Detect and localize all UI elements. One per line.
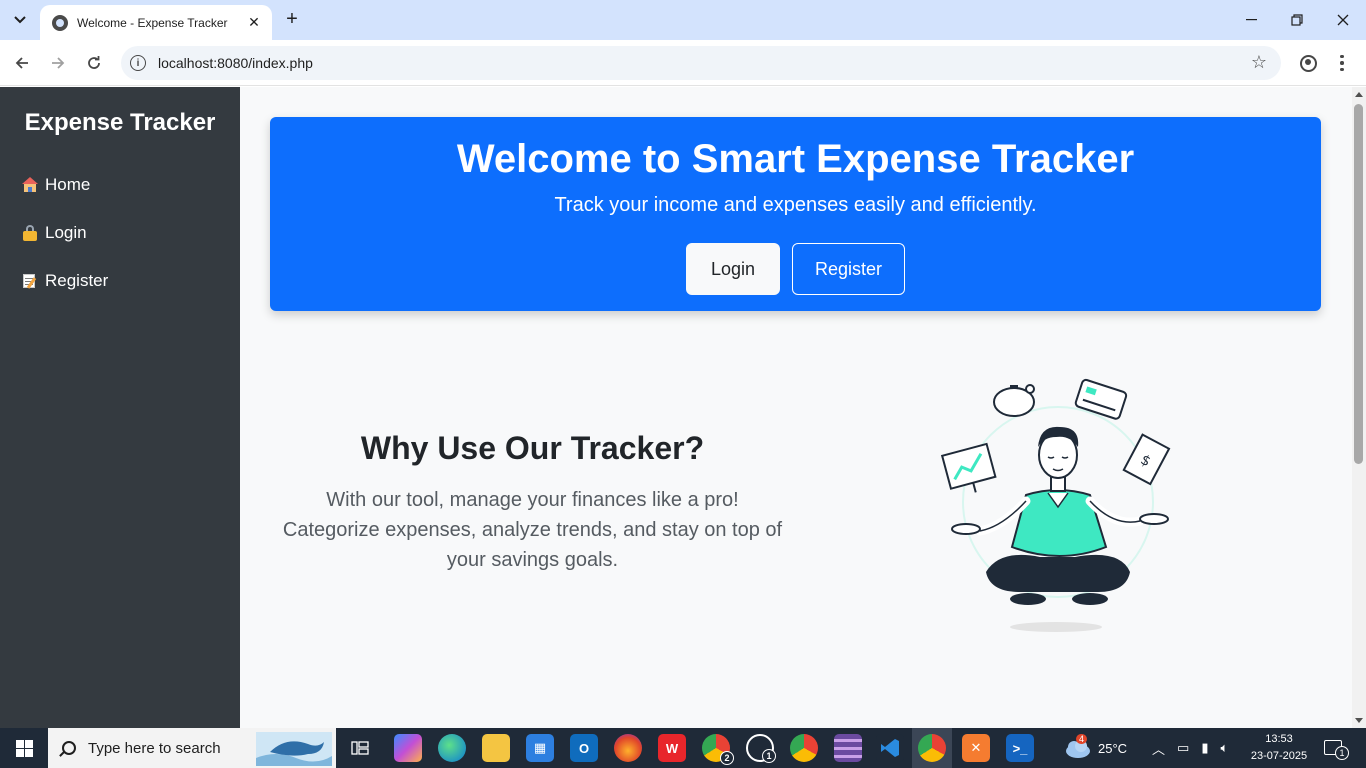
sidebar-item-label: Register — [45, 271, 109, 290]
why-section-title: Why Use Our Tracker? — [360, 430, 705, 466]
hero-register-button[interactable]: Register — [792, 243, 905, 295]
sidebar: Expense Tracker Home Login Register — [0, 87, 240, 728]
search-placeholder: Type here to search — [88, 739, 221, 757]
main-content: Welcome to Smart Expense Tracker Track y… — [240, 87, 1352, 728]
sidebar-item-register[interactable]: Register — [22, 271, 108, 291]
minimize-icon — [1245, 19, 1257, 21]
whatsapp-badge: 1 — [762, 749, 776, 763]
edge-icon[interactable] — [438, 734, 466, 762]
globe-icon — [52, 14, 68, 31]
microphone-icon[interactable]: ▮ — [1201, 740, 1208, 756]
tab-search-button[interactable] — [8, 8, 32, 32]
page-viewport: Expense Tracker Home Login Register Welc… — [0, 87, 1366, 728]
notification-center-icon[interactable]: 1 — [1324, 740, 1349, 760]
back-button[interactable] — [10, 51, 34, 75]
profile-icon — [1299, 54, 1317, 72]
browser-toolbar: i localhost:8080/index.php ☆ — [0, 40, 1366, 86]
outlook-icon[interactable]: O — [570, 734, 598, 762]
taskbar-clock[interactable]: 13:53 23-07-2025 — [1248, 731, 1310, 765]
arrow-right-icon — [52, 57, 65, 69]
windows-logo-icon — [15, 739, 33, 757]
reload-button[interactable] — [82, 51, 106, 75]
hero-login-button[interactable]: Login — [686, 243, 780, 295]
site-info-icon[interactable]: i — [130, 55, 146, 71]
close-tab-icon[interactable]: ✕ — [246, 14, 262, 31]
taskbar-search[interactable]: Type here to search — [48, 728, 336, 768]
scroll-down-icon[interactable] — [1355, 718, 1363, 723]
clock-date: 23-07-2025 — [1250, 750, 1308, 762]
speaker-icon[interactable]: 🔈︎ — [1220, 740, 1228, 756]
why-section-text: With our tool, manage your finances like… — [282, 489, 783, 571]
meet-now-icon[interactable]: ▭ — [1177, 740, 1189, 756]
copilot-icon[interactable] — [394, 734, 422, 762]
forward-button[interactable] — [46, 51, 70, 75]
lock-icon — [22, 225, 38, 241]
temperature-text: 25°C — [1098, 740, 1128, 756]
chart-board-icon — [940, 442, 997, 493]
xampp-icon[interactable]: ✕ — [962, 734, 990, 762]
search-icon — [62, 741, 76, 755]
system-tray: ︿ ▭ ▮ 🔈︎ — [1152, 728, 1228, 768]
whatsapp-icon[interactable]: 1 — [746, 734, 776, 763]
arrow-left-icon — [15, 57, 28, 69]
notification-badge: 1 — [1335, 746, 1349, 760]
restore-button[interactable] — [1274, 0, 1320, 40]
hero-title: Welcome to Smart Expense Tracker — [456, 137, 1135, 181]
file-explorer-icon[interactable] — [482, 734, 510, 762]
task-view-button[interactable] — [346, 734, 374, 762]
meditating-man-illustration: $ — [940, 378, 1171, 632]
memo-icon — [22, 273, 38, 289]
bookmark-star-icon[interactable]: ☆ — [1251, 53, 1267, 71]
search-highlight-art-icon — [256, 732, 332, 766]
chrome-badge: 2 — [720, 751, 734, 765]
sidebar-item-home[interactable]: Home — [22, 175, 90, 195]
chevron-down-icon — [14, 16, 26, 24]
task-view-icon — [351, 741, 369, 755]
sidebar-item-label: Home — [45, 175, 91, 194]
sidebar-item-login[interactable]: Login — [22, 223, 87, 243]
microsoft-store-icon[interactable]: ▦ — [526, 734, 554, 762]
scroll-up-icon[interactable] — [1355, 92, 1363, 97]
firefox-icon[interactable] — [614, 734, 642, 762]
powershell-icon[interactable]: >_ — [1006, 734, 1034, 762]
address-bar[interactable]: i localhost:8080/index.php ☆ — [121, 46, 1281, 80]
start-button[interactable] — [0, 728, 48, 768]
profile-button[interactable] — [1296, 51, 1320, 75]
browser-tab-bar: Welcome - Expense Tracker ✕ + — [0, 0, 1366, 40]
sidebar-brand: Expense Tracker — [24, 109, 216, 136]
hero-subtitle: Track your income and expenses easily an… — [554, 194, 1037, 216]
chrome-profile-icon[interactable]: 2 — [702, 734, 734, 765]
vscode-icon[interactable] — [876, 734, 904, 762]
windows-taskbar: Type here to search ▦ O W 2 1 ✕ >_ 4 25°… — [0, 728, 1366, 768]
chevron-up-icon[interactable]: ︿ — [1152, 739, 1165, 758]
hero-banner: Welcome to Smart Expense Tracker Track y… — [270, 117, 1321, 311]
home-icon — [22, 177, 38, 193]
credit-card-icon — [1074, 378, 1128, 420]
sidebar-item-label: Login — [45, 223, 87, 242]
scroll-thumb[interactable] — [1354, 104, 1363, 464]
active-tab[interactable]: Welcome - Expense Tracker ✕ — [40, 5, 272, 40]
page-scrollbar[interactable] — [1352, 87, 1366, 728]
reload-icon — [88, 56, 100, 69]
piggy-bank-icon — [993, 384, 1035, 417]
minimize-button[interactable] — [1228, 0, 1274, 40]
wps-office-icon[interactable]: W — [658, 734, 686, 762]
chrome-active-icon[interactable] — [918, 734, 946, 762]
chrome-icon[interactable] — [790, 734, 818, 762]
tab-title: Welcome - Expense Tracker — [77, 15, 228, 30]
browser-menu-button[interactable] — [1330, 51, 1354, 75]
url-text: localhost:8080/index.php — [158, 55, 313, 71]
weather-widget[interactable]: 4 25°C — [1064, 728, 1127, 768]
weather-badge: 4 — [1076, 734, 1088, 744]
clock-time: 13:53 — [1265, 733, 1293, 745]
restore-icon — [1291, 14, 1303, 26]
close-window-button[interactable] — [1320, 0, 1366, 40]
new-tab-button[interactable]: + — [280, 8, 304, 32]
close-icon — [1337, 14, 1349, 26]
winrar-icon[interactable] — [834, 734, 862, 762]
